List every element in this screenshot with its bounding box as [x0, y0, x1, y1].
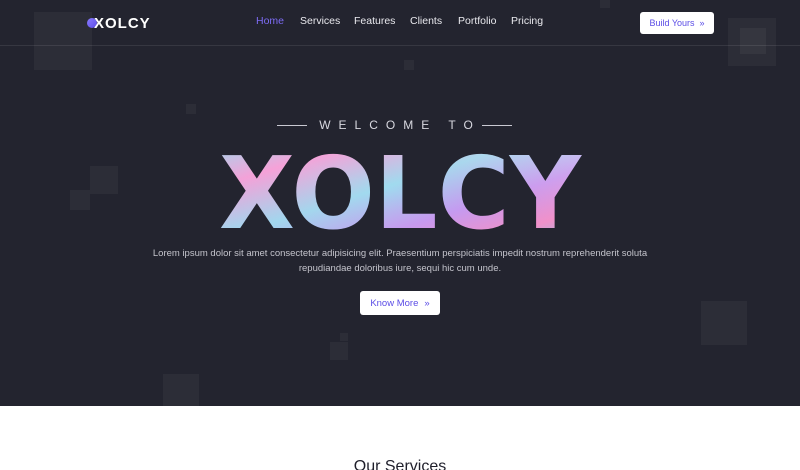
nav-item-portfolio[interactable]: Portfolio — [458, 15, 497, 27]
know-more-button[interactable]: Know More » — [360, 291, 440, 315]
welcome-eyebrow: WELCOME TO — [0, 118, 800, 132]
eyebrow-line-right — [482, 125, 512, 126]
decor-square — [186, 104, 196, 114]
know-more-label: Know More — [370, 297, 419, 309]
double-chevron-right-icon: » — [424, 297, 430, 309]
hero-description-line: repudiandae doloribus iure, sequi hic cu… — [298, 263, 502, 274]
hero-section: XOLCY Home Services Features Clients Por… — [0, 0, 800, 406]
build-yours-button[interactable]: Build Yours » — [640, 12, 714, 34]
nav-item-features[interactable]: Features — [354, 15, 395, 27]
nav-item-clients[interactable]: Clients — [410, 15, 442, 27]
decor-square — [340, 333, 348, 341]
decor-square — [701, 301, 747, 345]
double-chevron-right-icon: » — [699, 18, 705, 28]
decor-square — [163, 374, 199, 406]
logo-text: XOLCY — [94, 14, 151, 32]
build-yours-label: Build Yours — [649, 18, 695, 28]
hero-title-sheen: XOLCY — [219, 135, 583, 242]
nav-item-services[interactable]: Services — [300, 15, 340, 27]
hero-description: Lorem ipsum dolor sit amet consectetur a… — [150, 246, 650, 276]
nav-item-home[interactable]: Home — [256, 15, 284, 27]
decor-square — [404, 60, 414, 70]
navbar: XOLCY Home Services Features Clients Por… — [0, 0, 800, 46]
services-heading: Our Services — [353, 458, 447, 470]
decor-square — [330, 342, 348, 360]
eyebrow-text: WELCOME TO — [319, 118, 481, 132]
hero-title: XOLCY XOLCY — [219, 135, 583, 242]
nav-item-pricing[interactable]: Pricing — [511, 15, 543, 27]
logo[interactable]: XOLCY — [87, 14, 151, 32]
hero-description-line: Lorem ipsum dolor sit amet consectetur a… — [152, 248, 648, 259]
